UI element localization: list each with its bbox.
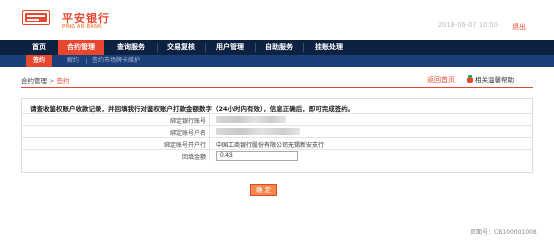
tab-terminate[interactable]: 解约	[67, 55, 79, 67]
value-opening-bank: 中国工商银行股份有限公司无锡新安支行	[216, 142, 325, 149]
nav-item-self-service[interactable]: 自助服务	[256, 40, 302, 55]
breadcrumb-root[interactable]: 合约管理	[21, 77, 47, 85]
page-number: 页面号：CB100001008	[470, 229, 537, 236]
form-row-account-number: 绑定银行账号	[22, 113, 532, 125]
help-link[interactable]: 相关温馨帮助	[467, 74, 514, 84]
form-notice: 请查收鉴权账户收款记录，并回填我行对鉴权账户打款金额数字（24小时内有效），信息…	[30, 105, 355, 113]
label-account-number: 绑定银行账号	[169, 118, 206, 125]
nav-item-transaction-review[interactable]: 交易复核	[158, 40, 204, 55]
form-row-opening-bank: 绑定账号开户行 中国工商银行股份有限公司无锡新安支行	[22, 137, 532, 149]
nav-item-query-service[interactable]: 查询服务	[106, 40, 156, 55]
confirm-button[interactable]: 确 定	[250, 184, 277, 196]
column-divider	[209, 138, 210, 149]
tab-sign[interactable]: 签约	[26, 55, 52, 67]
label-account-name: 绑定账号户名	[169, 130, 206, 137]
refill-amount-input[interactable]: 0.43	[216, 151, 298, 161]
column-divider	[209, 114, 210, 125]
nav-item-pending-account[interactable]: 挂账处理	[304, 40, 354, 55]
form-row-account-name: 绑定账号户名	[22, 125, 532, 137]
breadcrumb-separator: >	[49, 77, 55, 85]
sub-nav-divider	[86, 58, 87, 64]
help-cup-icon	[467, 75, 473, 83]
label-refill-amount: 回填金额	[181, 154, 206, 161]
help-label: 相关温馨帮助	[475, 76, 514, 84]
sign-form: 请查收鉴权账户收款记录，并回填我行对鉴权账户打款金额数字（24小时内有效），信息…	[21, 98, 533, 173]
masked-account-name	[216, 128, 300, 135]
header: 平安银行 PING AN BANK 2018-06-07 10:50 退出	[0, 0, 554, 34]
main-nav: 首页 合约管理 查询服务 交易复核 用户管理 自助服务 挂账处理	[0, 40, 554, 55]
tab-market-card-maintenance[interactable]: 签约市场牌卡维护	[92, 55, 140, 67]
nav-item-user-management[interactable]: 用户管理	[206, 40, 254, 55]
nav-item-home[interactable]: 首页	[22, 40, 56, 55]
breadcrumb-current[interactable]: 签约	[56, 77, 69, 85]
header-divider	[21, 87, 533, 88]
logout-link[interactable]: 退出	[512, 22, 526, 32]
bank-logo-icon	[22, 10, 50, 25]
current-datetime: 2018-06-07 10:50	[438, 22, 499, 29]
form-row-refill-amount: 回填金额 0.43	[22, 149, 532, 161]
nav-item-contract-management[interactable]: 合约管理	[58, 40, 104, 55]
sub-nav: 签约 解约 签约市场牌卡维护	[0, 55, 554, 67]
back-home-link[interactable]: 返回首页	[427, 75, 455, 85]
column-divider	[209, 150, 210, 161]
column-divider	[209, 126, 210, 137]
breadcrumb: 合约管理 > 签约	[21, 75, 69, 85]
label-opening-bank: 绑定账号开户行	[163, 142, 206, 149]
brand-name-en: PING AN BANK	[62, 24, 103, 30]
masked-account-number	[216, 116, 286, 123]
